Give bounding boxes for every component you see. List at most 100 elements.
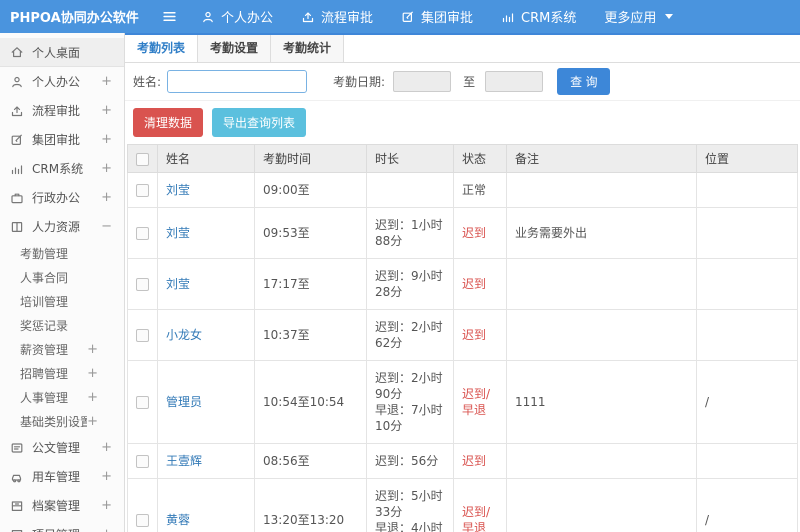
expander-icon[interactable]: − (101, 219, 112, 234)
sidebar-subitem-6-7[interactable]: 基础类别设置 + (0, 409, 124, 433)
sidebar-item-7[interactable]: 公文管理 + (0, 433, 124, 462)
car-icon (10, 470, 24, 484)
row-checkbox[interactable] (136, 396, 149, 409)
sidebar-item-6[interactable]: 人力资源 − (0, 212, 124, 241)
cell-remark (506, 172, 697, 208)
cell-status: 迟到 (453, 258, 507, 310)
cell-status: 迟到 (453, 443, 507, 479)
expander-icon[interactable]: + (87, 366, 98, 381)
column-header-2: 时长 (366, 144, 454, 173)
employee-name-link[interactable]: 刘莹 (166, 277, 190, 291)
row-checkbox[interactable] (136, 514, 149, 527)
top-nav-item-3[interactable]: CRM系统 (501, 7, 576, 26)
home-icon (10, 45, 24, 59)
cell-location (696, 172, 798, 208)
table-row: 王壹辉 08:56至 迟到：56分 迟到 (127, 443, 798, 479)
menu-toggle-icon[interactable] (162, 9, 177, 24)
sidebar-item-1[interactable]: 个人办公 + (0, 67, 124, 96)
expander-icon[interactable]: + (101, 498, 112, 513)
cell-location: / (696, 478, 798, 532)
approve-icon (10, 133, 24, 147)
sidebar-item-5[interactable]: 行政办公 + (0, 183, 124, 212)
duration-line: 早退：4小时67分 (375, 521, 443, 532)
sidebar-subitem-label: 基础类别设置 (20, 414, 88, 429)
flow-icon (301, 10, 315, 24)
cell-status: 迟到 (453, 207, 507, 259)
expander-icon[interactable]: + (87, 390, 98, 405)
sidebar-item-0[interactable]: 个人桌面 (0, 38, 124, 67)
tab-bar: 考勤列表 考勤设置 考勤统计 (125, 33, 800, 63)
sidebar-subitem-6-4[interactable]: 薪资管理 + (0, 337, 124, 361)
top-nav-item-label: 流程审批 (321, 11, 374, 26)
main-content: 考勤列表 考勤设置 考勤统计 姓名: 考勤日期: 至 查 询 清理数据 导出查询列表… (125, 33, 800, 532)
tab-0[interactable]: 考勤列表 (125, 35, 199, 62)
clean-data-button[interactable]: 清理数据 (133, 108, 204, 137)
expander-icon[interactable]: + (101, 103, 112, 118)
expander-icon[interactable]: + (101, 527, 112, 532)
top-nav-item-0[interactable]: 个人办公 (201, 7, 273, 26)
name-filter-label: 姓名: (133, 75, 162, 89)
sidebar-item-4[interactable]: CRM系统 + (0, 154, 124, 183)
employee-name-link[interactable]: 王壹辉 (166, 454, 202, 468)
name-filter-input[interactable] (167, 70, 308, 93)
sidebar-item-label: 人力资源 (32, 220, 81, 234)
top-nav-menu: 个人办公 流程审批 集团审批 CRM系统 更多应用 (201, 7, 701, 26)
row-checkbox[interactable] (136, 278, 149, 291)
employee-name-link[interactable]: 刘莹 (166, 183, 190, 197)
date-from-input[interactable] (393, 71, 452, 92)
employee-name-link[interactable]: 管理员 (166, 395, 202, 409)
sidebar-item-10[interactable]: 项目管理 + (0, 520, 124, 532)
row-checkbox[interactable] (136, 329, 149, 342)
doc-icon (10, 441, 24, 455)
expander-icon[interactable]: + (87, 414, 98, 429)
cell-status: 正常 (453, 172, 507, 208)
app-logo[interactable]: PHPOA协同办公软件 (0, 7, 150, 26)
date-to-input[interactable] (485, 71, 544, 92)
export-list-button[interactable]: 导出查询列表 (212, 108, 307, 137)
sidebar-subitem-6-3[interactable]: 奖惩记录 (0, 313, 124, 337)
sidebar-subitem-6-5[interactable]: 招聘管理 + (0, 361, 124, 385)
sidebar-subitem-6-6[interactable]: 人事管理 + (0, 385, 124, 409)
sidebar-item-label: 用车管理 (32, 470, 81, 484)
sidebar-item-label: CRM系统 (32, 162, 84, 176)
row-checkbox[interactable] (136, 184, 149, 197)
project-icon (10, 528, 24, 532)
expander-icon[interactable]: + (101, 190, 112, 205)
approve-icon (401, 10, 415, 24)
attendance-table: 姓名 考勤时间 时长 状态 备注 位置 刘莹 09:00至 正常 刘莹 09:53至 迟到：1小时8… (127, 144, 798, 532)
cell-remark (506, 309, 697, 361)
expander-icon[interactable]: + (101, 469, 112, 484)
select-all-checkbox[interactable] (136, 152, 149, 166)
search-button[interactable]: 查 询 (557, 68, 611, 95)
table-row: 刘莹 17:17至 迟到：9小时28分 迟到 (127, 258, 798, 310)
employee-name-link[interactable]: 黄蓉 (166, 513, 190, 527)
duration-line: 迟到：2小时62分 (375, 320, 443, 350)
cell-location (696, 309, 798, 361)
sidebar-item-8[interactable]: 用车管理 + (0, 462, 124, 491)
expander-icon[interactable]: + (101, 132, 112, 147)
table-row: 刘莹 09:00至 正常 (127, 172, 798, 208)
cell-location (696, 258, 798, 310)
sidebar-item-2[interactable]: 流程审批 + (0, 96, 124, 125)
sidebar-item-3[interactable]: 集团审批 + (0, 125, 124, 154)
archive-icon (10, 499, 24, 513)
sidebar-subitem-6-1[interactable]: 人事合同 (0, 265, 124, 289)
top-nav-item-2[interactable]: 集团审批 (401, 7, 473, 26)
sidebar-item-9[interactable]: 档案管理 + (0, 491, 124, 520)
cell-name: 刘莹 (157, 258, 255, 310)
top-nav-item-4[interactable]: 更多应用 (604, 7, 674, 26)
expander-icon[interactable]: + (101, 161, 112, 176)
row-checkbox[interactable] (136, 455, 149, 468)
tab-2[interactable]: 考勤统计 (271, 35, 345, 62)
top-nav-item-1[interactable]: 流程审批 (301, 7, 373, 26)
tab-1[interactable]: 考勤设置 (198, 35, 272, 62)
expander-icon[interactable]: + (87, 342, 98, 357)
sidebar-subitem-6-2[interactable]: 培训管理 (0, 289, 124, 313)
employee-name-link[interactable]: 小龙女 (166, 328, 202, 342)
cell-time: 09:53至 (254, 207, 367, 259)
row-checkbox[interactable] (136, 227, 149, 240)
employee-name-link[interactable]: 刘莹 (166, 226, 190, 240)
sidebar-subitem-6-0[interactable]: 考勤管理 (0, 241, 124, 265)
expander-icon[interactable]: + (101, 440, 112, 455)
expander-icon[interactable]: + (101, 74, 112, 89)
